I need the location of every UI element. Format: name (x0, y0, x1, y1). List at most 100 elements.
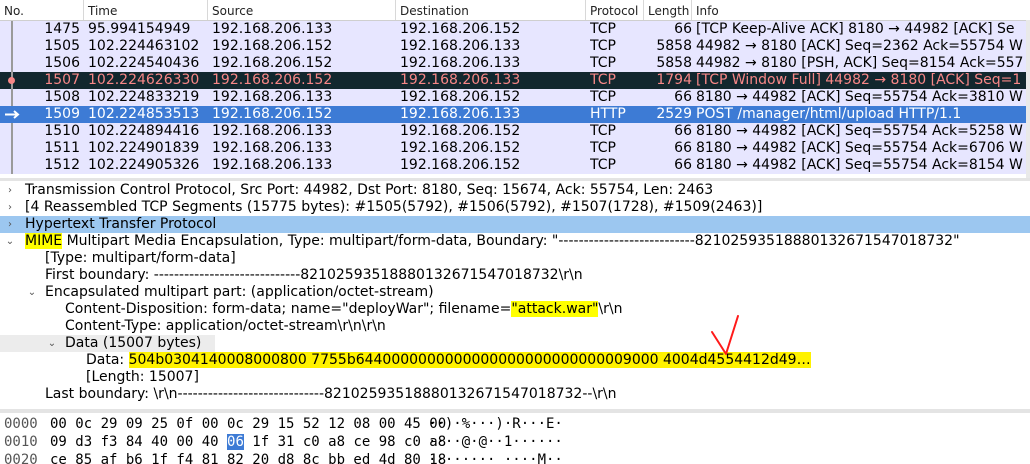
packet-cell-len: 5858 (656, 38, 692, 54)
related-packet-indicator-icon (4, 55, 20, 72)
packet-details[interactable]: › Transmission Control Protocol, Src Por… (0, 182, 1030, 408)
tree-item-data-length[interactable]: [Length: 15007] (0, 369, 1030, 386)
packet-cell-dst: 192.168.206.133 (400, 38, 521, 54)
checkmark-annotation-icon (711, 315, 739, 355)
packet-cell-time: 102.224853513 (88, 106, 200, 122)
content-type-label: Content-Type: application/octet-stream\r… (65, 318, 386, 334)
packet-cell-dst: 192.168.206.133 (400, 55, 521, 71)
packet-cell-dst: 192.168.206.133 (400, 72, 521, 88)
packet-cell-time: 102.224463102 (88, 38, 200, 54)
packet-cell-no: 1505 (44, 38, 80, 54)
packet-cell-proto: TCP (590, 140, 616, 156)
pane-divider[interactable] (0, 178, 1030, 181)
packet-list[interactable]: No. Time Source Destination Protocol Len… (0, 0, 1030, 178)
packet-cell-src: 192.168.206.152 (212, 72, 333, 88)
packet-cell-proto: TCP (590, 55, 616, 71)
tree-item-content-disposition[interactable]: Content-Disposition: form-data; name="de… (0, 301, 1030, 318)
packet-row[interactable]: 1512 102.224905326 192.168.206.133 192.168.… (0, 157, 1030, 174)
first-boundary-label: First boundary: ------------------------… (45, 267, 583, 283)
column-no[interactable]: No. (0, 0, 84, 20)
column-time[interactable]: Time (84, 0, 208, 20)
packet-bytes[interactable]: 0000 00 0c 29 09 25 0f 00 0c 29 15 52 12… (0, 414, 1030, 464)
packet-cell-info: 44982 → 8180 [PSH, ACK] Seq=8154 Ack=557 (696, 55, 1024, 71)
last-boundary-label: Last boundary: \r\n---------------------… (45, 386, 617, 402)
expand-arrow-icon[interactable]: › (4, 182, 16, 199)
packet-cell-info: 8180 → 44982 [ACK] Seq=55754 Ack=6706 W (696, 140, 1023, 156)
tree-item-http[interactable]: › Hypertext Transfer Protocol (0, 216, 1030, 233)
packet-cell-time: 102.224833219 (88, 89, 200, 105)
packet-cell-dst: 192.168.206.152 (400, 21, 521, 37)
packet-row[interactable]: 1511 102.224901839 192.168.206.133 192.168.… (0, 140, 1030, 157)
packet-list-scrollbar[interactable] (1026, 20, 1030, 178)
tree-item-content-type[interactable]: Content-Type: application/octet-stream\r… (0, 318, 1030, 335)
data-length-label: [Length: 15007] (86, 369, 199, 385)
bytes-ascii: ········ ····M·· (428, 452, 563, 464)
packet-cell-no: 1506 (44, 55, 80, 71)
pane-divider[interactable] (0, 409, 1030, 413)
packet-cell-len: 5858 (656, 55, 692, 71)
bytes-hex: 00 0c 29 09 25 0f 00 0c 29 15 52 12 08 0… (50, 416, 447, 432)
column-length[interactable]: Length (644, 0, 692, 20)
packet-cell-src: 192.168.206.152 (212, 106, 333, 122)
tree-item-data-value[interactable]: Data: 504b0304140008000800 7755b64400000… (0, 352, 1030, 369)
packet-row[interactable]: 1510 102.224894416 192.168.206.133 192.168.… (0, 123, 1030, 140)
packet-cell-src: 192.168.206.133 (212, 123, 333, 139)
packet-cell-info: 8180 → 44982 [ACK] Seq=55754 Ack=3810 W (696, 89, 1023, 105)
bytes-offset: 0020 (4, 452, 38, 464)
packet-cell-proto: TCP (590, 123, 616, 139)
collapse-arrow-icon[interactable]: ⌄ (26, 284, 38, 301)
packet-cell-len: 66 (674, 140, 692, 156)
column-info[interactable]: Info (692, 0, 1030, 20)
bytes-ascii: ··)·%···)·R···E· (428, 416, 563, 432)
packet-cell-dst: 192.168.206.152 (400, 89, 521, 105)
packet-row[interactable]: 1507 102.224626330 192.168.206.152 192.168.… (0, 72, 1030, 89)
bytes-offset: 0010 (4, 434, 38, 450)
collapse-arrow-icon[interactable]: ⌄ (4, 233, 16, 250)
packet-cell-no: 1509 (44, 106, 80, 122)
packet-cell-no: 1508 (44, 89, 80, 105)
tree-item-last-boundary[interactable]: Last boundary: \r\n---------------------… (0, 386, 1030, 403)
tree-item-mime[interactable]: ⌄ MIME Multipart Media Encapsulation, Ty… (0, 233, 1030, 250)
packet-cell-proto: TCP (590, 38, 616, 54)
expand-arrow-icon[interactable]: › (4, 199, 16, 216)
mime-label: Multipart Media Encapsulation, Type: mul… (62, 233, 960, 249)
packet-cell-time: 95.994154949 (88, 21, 191, 37)
packet-cell-time: 102.224626330 (88, 72, 200, 88)
tree-item-first-boundary[interactable]: First boundary: ------------------------… (0, 267, 1030, 284)
packet-list-header: No. Time Source Destination Protocol Len… (0, 0, 1030, 21)
packet-cell-src: 192.168.206.133 (212, 140, 333, 156)
filename-highlight: "attack.war" (511, 301, 599, 317)
packet-cell-len: 66 (674, 157, 692, 173)
packet-cell-len: 66 (674, 89, 692, 105)
tree-item-type[interactable]: [Type: multipart/form-data] (0, 250, 1030, 267)
column-destination[interactable]: Destination (396, 0, 586, 20)
packet-cell-no: 1475 (44, 21, 80, 37)
packet-row[interactable]: 1506 102.224540436 192.168.206.152 192.168.… (0, 55, 1030, 72)
packet-cell-time: 102.224894416 (88, 123, 200, 139)
packet-row[interactable]: 1475 95.994154949 192.168.206.133 192.168.2… (0, 21, 1030, 38)
packet-cell-no: 1507 (44, 72, 80, 88)
data-label: Data: (86, 352, 129, 368)
expand-arrow-icon[interactable]: › (4, 216, 16, 233)
http-label: Hypertext Transfer Protocol (25, 216, 217, 232)
packet-cell-proto: TCP (590, 21, 616, 37)
packet-row[interactable]: 1508 102.224833219 192.168.206.133 192.168.… (0, 89, 1030, 106)
bytes-selected[interactable]: 06 (227, 434, 244, 450)
packet-cell-dst: 192.168.206.152 (400, 157, 521, 173)
packet-row[interactable]: 1509 102.224853513 192.168.206.152 192.168.… (0, 106, 1030, 123)
packet-cell-src: 192.168.206.133 (212, 89, 333, 105)
packet-cell-time: 102.224901839 (88, 140, 200, 156)
column-source[interactable]: Source (208, 0, 396, 20)
bytes-hex: ce 85 af b6 1f f4 81 82 20 d8 8c bb ed 4… (50, 452, 447, 464)
packet-cell-src: 192.168.206.152 (212, 38, 333, 54)
tree-item-reassembled[interactable]: › [4 Reassembled TCP Segments (15775 byt… (0, 199, 1030, 216)
packet-cell-info: 8180 → 44982 [ACK] Seq=55754 Ack=8154 W (696, 157, 1023, 173)
tree-item-data[interactable]: ⌄ Data (15007 bytes) (0, 335, 215, 352)
tree-item-encapsulated[interactable]: ⌄ Encapsulated multipart part: (applicat… (0, 284, 1030, 301)
packet-cell-src: 192.168.206.133 (212, 21, 333, 37)
packet-row[interactable]: 1505 102.224463102 192.168.206.152 192.168.… (0, 38, 1030, 55)
collapse-arrow-icon[interactable]: ⌄ (46, 335, 58, 352)
packet-cell-proto: HTTP (590, 106, 626, 122)
tree-item-tcp[interactable]: › Transmission Control Protocol, Src Por… (0, 182, 1030, 199)
column-protocol[interactable]: Protocol (586, 0, 644, 20)
